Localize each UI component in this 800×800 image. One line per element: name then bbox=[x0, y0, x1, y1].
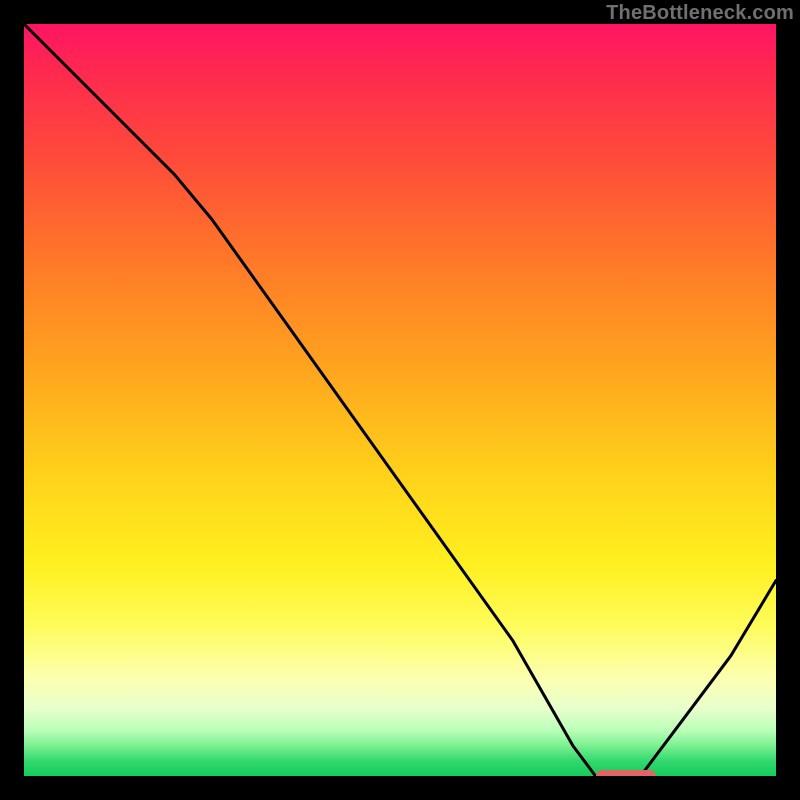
curve-layer bbox=[24, 24, 776, 776]
watermark-text: TheBottleneck.com bbox=[606, 2, 794, 25]
bottleneck-chart: TheBottleneck.com bbox=[0, 0, 800, 800]
optimal-range-marker bbox=[596, 770, 656, 776]
bottleneck-curve-line bbox=[24, 24, 776, 776]
plot-area bbox=[24, 24, 776, 776]
